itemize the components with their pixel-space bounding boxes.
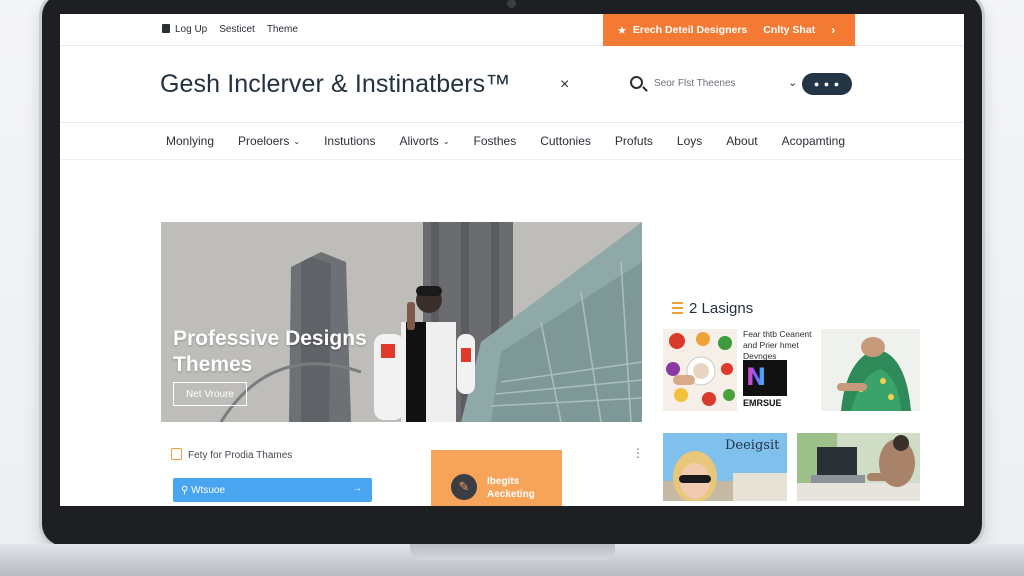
promo-text: Erech Deteil Designers (632, 24, 748, 36)
close-icon[interactable]: × (560, 76, 569, 94)
tile-brand: EMRSUE (743, 398, 782, 408)
top-bar: Log Up Sesticet Theme ★ Erech Deteil Des… (60, 14, 964, 46)
nav-item-about[interactable]: About (726, 134, 757, 148)
hero-banner: Professive Designs Themes Net Vroure (161, 222, 642, 422)
portrait-tile[interactable]: Deeigsit (663, 433, 787, 501)
food-image (663, 329, 737, 411)
more-options-icon[interactable]: ⋮ (632, 446, 644, 460)
chevron-down-icon: ⌄ (293, 137, 301, 146)
hero-button[interactable]: Net Vroure (173, 382, 247, 406)
promo-cta[interactable]: Cnlty Shat (763, 24, 815, 36)
designs-heading: 2 Lasigns (672, 300, 753, 317)
marketing-card[interactable]: ✎ Ibegits Aecketing (431, 450, 562, 506)
nav-item-monlying[interactable]: Monlying (166, 134, 214, 148)
door-icon (162, 24, 170, 33)
search-icon (630, 76, 643, 89)
laptop-image (797, 433, 920, 501)
nav-item-acopamting[interactable]: Acopamting (782, 134, 845, 148)
chevron-right-icon: › (831, 23, 836, 37)
nd-logo: N (743, 360, 787, 396)
sesticet-link[interactable]: Sesticet (219, 24, 255, 35)
login-link[interactable]: Log Up (162, 24, 207, 35)
top-links: Log Up Sesticet Theme (162, 24, 298, 35)
site-brand[interactable]: Gesh Inclerver & Instinatbers™ (160, 70, 510, 99)
search-input[interactable]: Seor Flst Theenes (654, 78, 736, 89)
nav-item-fosthes[interactable]: Fosthes (474, 134, 517, 148)
theme-link[interactable]: Theme (267, 24, 298, 35)
main-nav: Monlying Proeloers ⌄ Instutions Alivorts ⌄… (60, 122, 964, 160)
search-bar: Seor Flst Theenes ⌄ ● ● ● (628, 72, 856, 98)
chevron-down-icon[interactable]: ⌄ (788, 76, 797, 89)
nav-item-proeloers[interactable]: Proeloers ⌄ (238, 134, 300, 148)
feature-input[interactable]: ⚲ Wtsuoe → (173, 478, 372, 502)
card-title: Ibegits Aecketing (487, 476, 535, 500)
search-button[interactable]: ● ● ● (802, 73, 852, 95)
brand-tile[interactable]: Fear thtb Ceanent and Prier hmet Devnges… (741, 329, 819, 411)
fashion-image (821, 329, 920, 411)
search-icon: ⚲ (181, 484, 192, 496)
food-tile[interactable] (663, 329, 737, 411)
laptop-tile[interactable] (797, 433, 920, 501)
menu-icon (672, 302, 683, 314)
arrow-right-icon: → (352, 483, 362, 494)
feature-label: Fety for Prodia Thames (171, 448, 292, 461)
hero-title: Professive Designs Themes (173, 327, 367, 376)
nav-item-loys[interactable]: Loys (677, 134, 702, 148)
promo-banner[interactable]: ★ Erech Deteil Designers Cnlty Shat › (603, 14, 855, 46)
tile-text: Fear thtb Ceanent and Prier hmet Devnges (743, 329, 812, 361)
nav-item-profuts[interactable]: Profuts (615, 134, 653, 148)
nav-item-alivorts[interactable]: Alivorts ⌄ (399, 134, 449, 148)
laptop-notch (410, 544, 615, 560)
chevron-down-icon: ⌄ (442, 137, 450, 146)
star-icon: ★ (617, 24, 627, 37)
tile-caption: Deeigsit (725, 438, 780, 453)
pen-icon: ✎ (451, 474, 477, 500)
nav-item-cuttonies[interactable]: Cuttonies (540, 134, 591, 148)
nav-item-instutions[interactable]: Instutions (324, 134, 375, 148)
fashion-tile[interactable] (821, 329, 920, 411)
browser-screen: Log Up Sesticet Theme ★ Erech Deteil Des… (60, 14, 964, 506)
checkbox-icon (171, 448, 182, 460)
